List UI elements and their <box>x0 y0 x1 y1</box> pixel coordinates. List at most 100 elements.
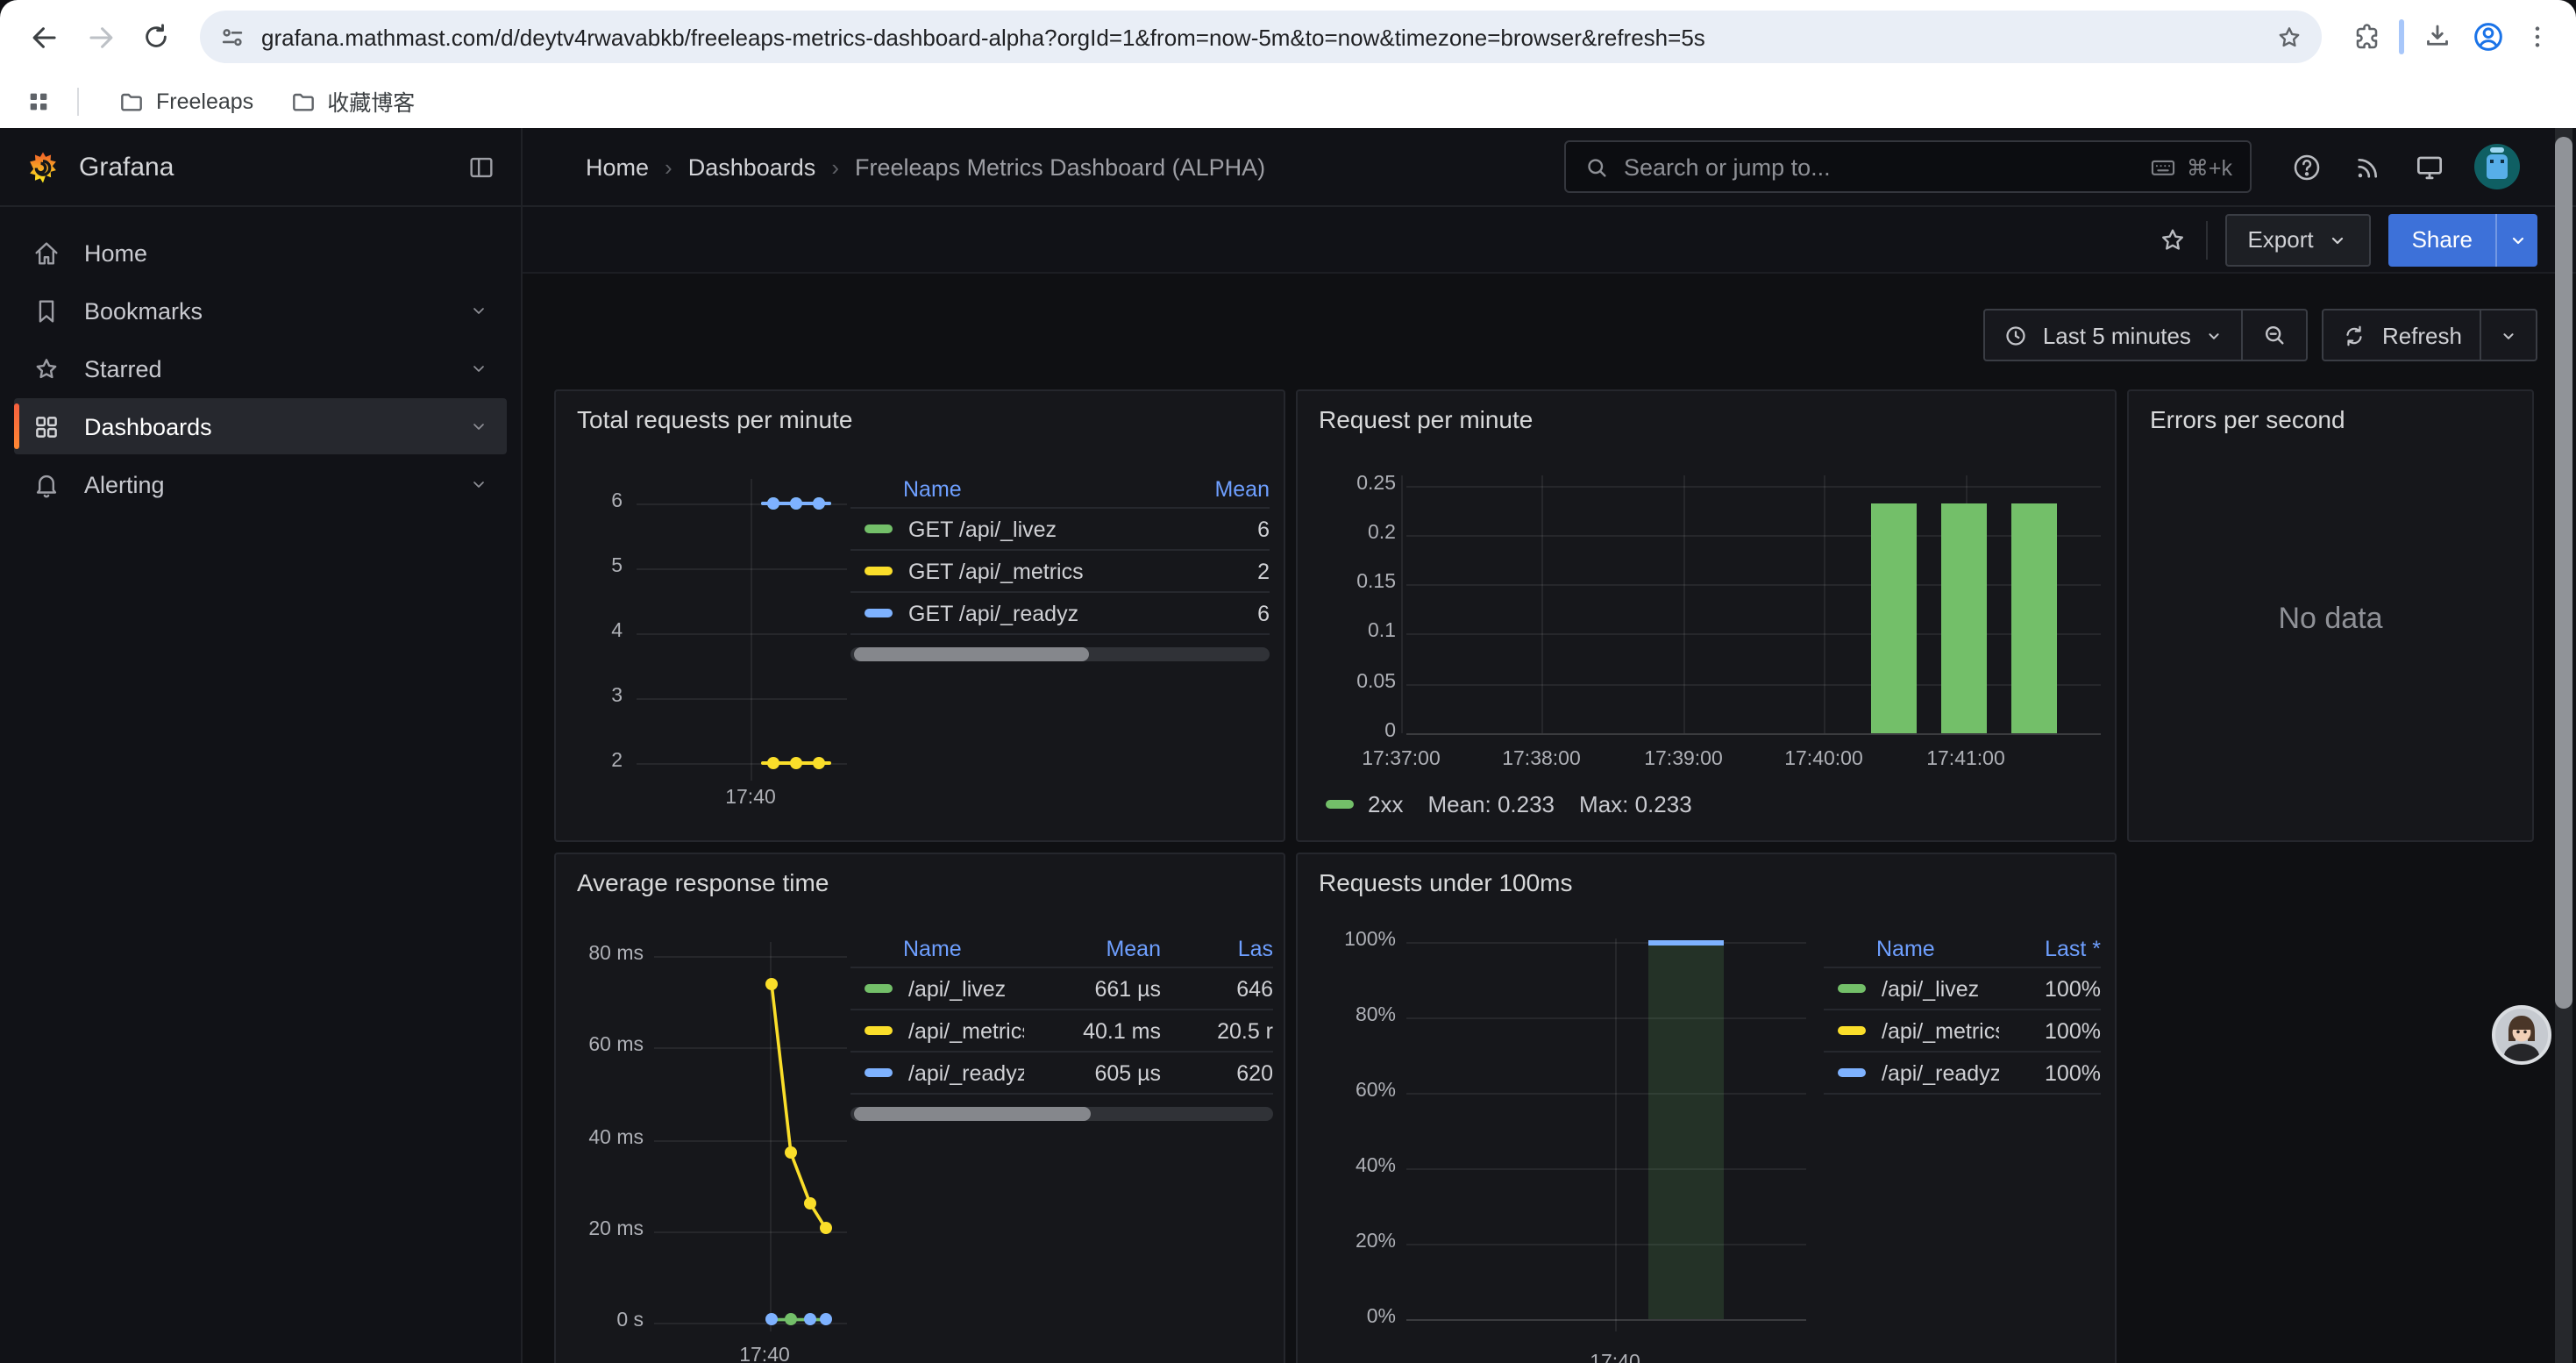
legend-series[interactable]: GET /api/_readyz <box>850 601 1147 625</box>
legend-col-header[interactable]: Las <box>1161 937 1273 961</box>
legend-divider <box>1824 1093 2101 1095</box>
legend-col-header[interactable]: Last * <box>1999 937 2101 961</box>
monitor-icon[interactable] <box>2413 150 2446 183</box>
axis-tick-label: 0% <box>1298 1307 1396 1330</box>
legend-series[interactable]: /api/_livez <box>1824 976 1999 1001</box>
panel-title[interactable]: Errors per second <box>2150 405 2345 433</box>
sidebar-item-dashboards[interactable]: Dashboards <box>14 398 507 454</box>
legend-scrollbar[interactable] <box>850 1107 1273 1121</box>
legend-series[interactable]: /api/_readyz <box>850 1060 1024 1085</box>
url-input[interactable] <box>261 24 2260 50</box>
grafana-logo-icon[interactable] <box>25 148 61 185</box>
refresh-interval-button[interactable] <box>2481 310 2536 360</box>
breadcrumb: Home›Dashboards›Freeleaps Metrics Dashbo… <box>586 153 1265 180</box>
axis-tick-label: 2 <box>556 751 623 774</box>
legend-col-header[interactable]: Name <box>850 477 1147 502</box>
gridline <box>1406 1017 1806 1019</box>
page-scrollbar-thumb[interactable] <box>2555 137 2572 1009</box>
legend-series[interactable]: /api/_readyz <box>1824 1060 1999 1085</box>
sidebar-item-home[interactable]: Home <box>14 225 507 281</box>
kebab-menu-icon[interactable] <box>2523 23 2551 51</box>
chevron-down-icon[interactable] <box>468 300 489 321</box>
search-input[interactable] <box>1624 153 2134 180</box>
news-icon[interactable] <box>2352 150 2385 183</box>
gridline <box>637 568 847 570</box>
sidebar-item-alerting[interactable]: Alerting <box>14 456 507 512</box>
search-input-box[interactable]: ⌘+k <box>1564 140 2252 193</box>
bookmark-folder-freeleaps[interactable]: Freeleaps <box>103 82 267 120</box>
user-avatar[interactable] <box>2474 144 2520 189</box>
zoom-out-button[interactable] <box>2244 310 2307 360</box>
legend-row: GET /api/_metrics2 <box>850 549 1270 591</box>
star-dashboard-icon[interactable] <box>2156 224 2188 255</box>
sidebar-item-bookmarks[interactable]: Bookmarks <box>14 282 507 339</box>
breadcrumb-item: Freeleaps Metrics Dashboard (ALPHA) <box>855 153 1265 180</box>
legend-col-header[interactable]: Mean <box>1024 937 1161 961</box>
download-icon[interactable] <box>2422 21 2453 53</box>
requests-under-100ms-chart: 100%80%60%40%20%0%17:40NameLast */api/_l… <box>1298 854 2115 1363</box>
legend-series[interactable]: /api/_metrics <box>850 1018 1024 1043</box>
share-menu-button[interactable] <box>2495 213 2537 266</box>
gridline <box>1406 633 2101 635</box>
series-color-swatch <box>1326 800 1354 809</box>
share-button-group: Share <box>2389 213 2537 266</box>
header-icons <box>2290 144 2520 189</box>
bookmarks-bar: Freeleaps 收藏博客 <box>0 74 2576 128</box>
axis-tick-label: 60 ms <box>556 1035 644 1058</box>
panel-total-requests: Total requests per minute 6543217:40Name… <box>554 389 1285 842</box>
folder-icon <box>117 87 146 115</box>
bookmark-folder-blogs[interactable]: 收藏博客 <box>274 79 429 123</box>
data-point <box>785 1314 797 1326</box>
tune-icon[interactable] <box>217 22 247 52</box>
help-icon[interactable] <box>2290 150 2323 183</box>
series-color-swatch <box>1838 984 1866 993</box>
gridline <box>1406 733 2101 735</box>
time-controls: Last 5 minutes <box>1983 309 2537 361</box>
axis-tick-label: 20% <box>1298 1231 1396 1254</box>
breadcrumb-item[interactable]: Home <box>586 153 649 180</box>
legend-col-header[interactable]: Name <box>1824 937 1999 961</box>
series-color-swatch <box>1838 1026 1866 1035</box>
search-shortcut: ⌘+k <box>2148 152 2232 182</box>
apps-grid-icon[interactable] <box>25 87 53 115</box>
legend-scrollbar-thumb[interactable] <box>854 1107 1091 1121</box>
legend-series[interactable]: GET /api/_metrics <box>850 559 1147 583</box>
collapse-sidebar-icon[interactable] <box>466 152 496 182</box>
share-button[interactable]: Share <box>2389 213 2495 266</box>
legend-stat: Max: 0.233 <box>1579 791 1692 817</box>
legend-table: NameLast */api/_livez100%/api/_metrics10… <box>1824 931 2101 1095</box>
url-bar[interactable] <box>200 11 2322 63</box>
legend-value: 605 µs <box>1024 1060 1161 1085</box>
floating-assistant-avatar[interactable] <box>2492 1005 2551 1065</box>
legend-col-header[interactable]: Mean <box>1147 477 1270 502</box>
legend-row: /api/_metrics100% <box>1824 1009 2101 1051</box>
legend-scrollbar[interactable] <box>850 647 1270 661</box>
legend-row: /api/_livez100% <box>1824 967 2101 1009</box>
profile-icon[interactable] <box>2471 19 2506 54</box>
legend-scrollbar-thumb[interactable] <box>854 647 1089 661</box>
chevron-down-icon[interactable] <box>468 474 489 495</box>
extensions-icon[interactable] <box>2350 21 2381 53</box>
refresh-button[interactable]: Refresh <box>2324 310 2480 360</box>
chevron-down-icon[interactable] <box>468 416 489 437</box>
legend-series[interactable]: 2xx <box>1326 791 1403 817</box>
reload-icon[interactable] <box>130 11 182 63</box>
sidebar-item-label: Starred <box>84 355 162 382</box>
panel-requests-under-100ms: Requests under 100ms 100%80%60%40%20%0%1… <box>1296 853 2117 1363</box>
legend-series[interactable]: /api/_livez <box>850 976 1024 1001</box>
forward-icon[interactable] <box>74 11 126 63</box>
sidebar-item-starred[interactable]: Starred <box>14 340 507 396</box>
back-icon[interactable] <box>18 11 70 63</box>
request-per-minute-chart: 0.250.20.150.10.05017:37:0017:38:0017:39… <box>1298 391 2115 840</box>
legend-series[interactable]: GET /api/_livez <box>850 517 1147 541</box>
legend-series[interactable]: /api/_metrics <box>1824 1018 1999 1043</box>
export-button[interactable]: Export <box>2224 213 2371 266</box>
legend-value: 100% <box>1999 1018 2101 1043</box>
breadcrumb-item[interactable]: Dashboards <box>688 153 816 180</box>
time-range-picker[interactable]: Last 5 minutes <box>1985 310 2242 360</box>
legend-col-header[interactable]: Name <box>850 937 1024 961</box>
gridline <box>1406 486 2101 488</box>
bookmark-star-icon[interactable] <box>2274 22 2304 52</box>
keyboard-icon <box>2148 152 2178 182</box>
chevron-down-icon[interactable] <box>468 358 489 379</box>
